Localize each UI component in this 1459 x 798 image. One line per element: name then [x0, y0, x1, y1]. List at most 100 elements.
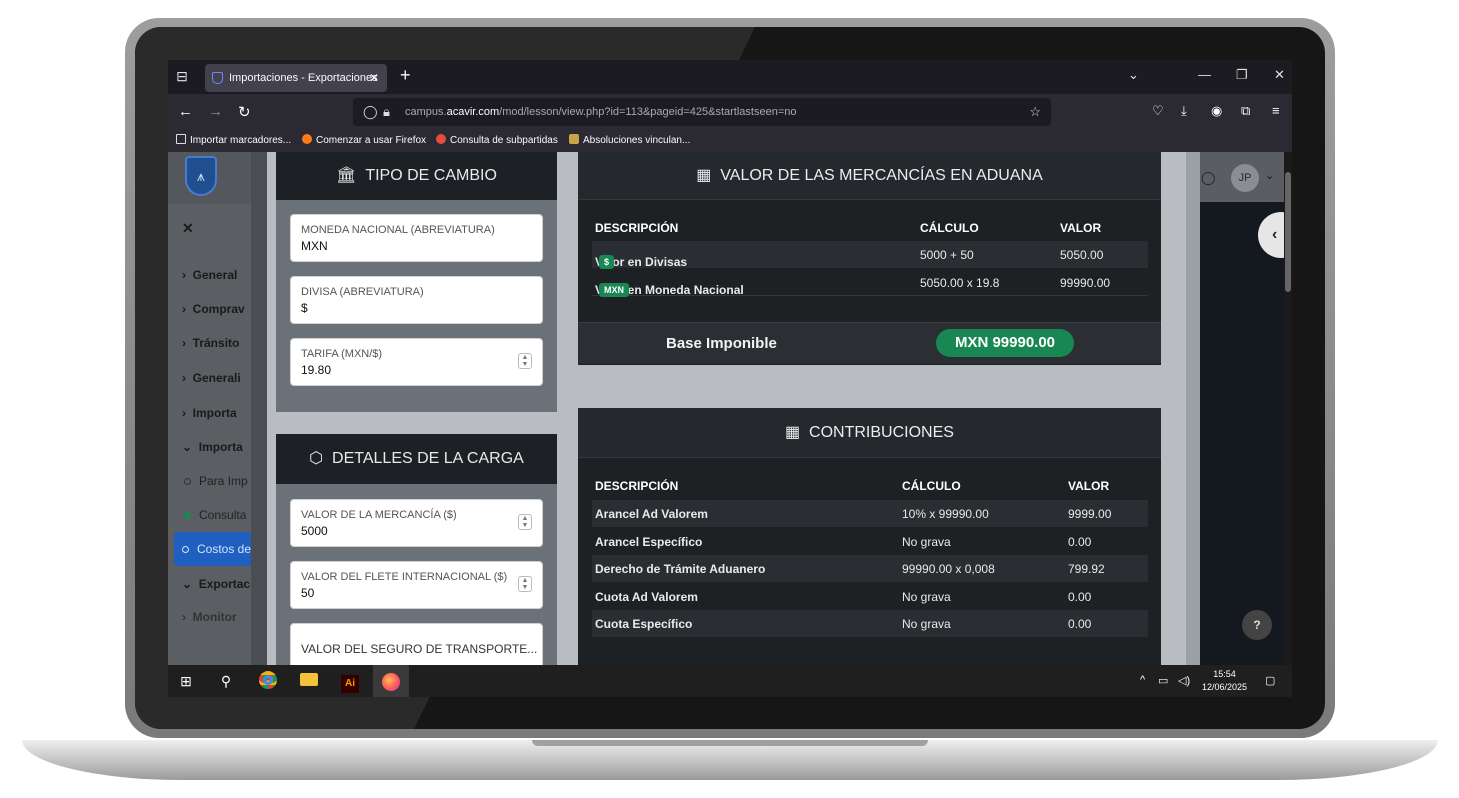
- bookmark-subpartidas[interactable]: Consulta de subpartidas: [436, 134, 558, 146]
- drawer-item-general[interactable]: › General: [182, 268, 262, 282]
- table-header-row: DESCRIPCIÓN CÁLCULO VALOR: [595, 479, 1110, 493]
- tipo-cambio-header: 🏛︎ TIPO DE CAMBIO: [276, 152, 557, 200]
- illustrator-icon[interactable]: Ai: [340, 671, 360, 693]
- table-row: Derecho de Trámite Aduanero 99990.00 x 0…: [592, 555, 1148, 582]
- windows-taskbar: ⊞ ⚲ Ai ^ ▭ ◁) 15:54 12/06/2025 ▢: [168, 665, 1292, 697]
- extensions-icon[interactable]: ⧉: [1241, 103, 1250, 119]
- screen: ⊟ Importaciones - Exportaciones ✕ + ⌄ — …: [168, 60, 1292, 697]
- absoluciones-icon: [569, 134, 579, 144]
- close-tab-icon[interactable]: ✕: [369, 64, 379, 92]
- base-imponible-value: MXN 99990.00: [936, 329, 1074, 357]
- import-icon: [176, 134, 186, 144]
- currency-badge: MXN: [599, 283, 629, 297]
- page-viewport: ⩚ ✕ › General › Comprav › Tránsito › Gen…: [168, 152, 1292, 665]
- url-prefix: campus.: [405, 106, 447, 118]
- valor-flete-field[interactable]: VALOR DEL FLETE INTERNACIONAL ($) 50 ▲ ▼: [290, 561, 543, 609]
- file-explorer-icon[interactable]: [299, 671, 319, 691]
- valor-mercancia-field[interactable]: VALOR DE LA MERCANCÍA ($) 5000 ▲ ▼: [290, 499, 543, 547]
- course-drawer: ✕ › General › Comprav › Tránsito › Gener…: [168, 204, 251, 665]
- chrome-icon[interactable]: [258, 671, 278, 691]
- laptop-notch: [532, 740, 928, 746]
- contribuciones-card: ▦ CONTRIBUCIONES DESCRIPCIÓN CÁLCULO VAL…: [578, 408, 1161, 665]
- drawer-item-importa-2[interactable]: ⌄ Importa: [182, 440, 262, 454]
- download-icon[interactable]: ⤓: [1181, 103, 1187, 119]
- url-host: acavir.com: [446, 106, 500, 118]
- bookmark-absoluciones[interactable]: Absoluciones vinculan...: [569, 134, 690, 146]
- taskbar-clock[interactable]: 15:54 12/06/2025: [1202, 668, 1247, 694]
- pocket-icon[interactable]: ♡: [1152, 103, 1164, 119]
- bookmark-firefox[interactable]: Comenzar a usar Firefox: [302, 134, 426, 146]
- firefox-icon: [302, 134, 312, 144]
- shield-icon[interactable]: ◯: [363, 98, 378, 126]
- tarifa-stepper[interactable]: ▲ ▼: [518, 353, 532, 369]
- chevron-down-icon[interactable]: ⌄: [1265, 169, 1274, 182]
- help-icon[interactable]: ?: [1242, 610, 1272, 640]
- browser-tab-bar: ⊟ Importaciones - Exportaciones ✕ + ⌄ — …: [168, 60, 1292, 94]
- drawer-item-comprav[interactable]: › Comprav: [182, 302, 262, 316]
- valor-aduana-card: ▦ VALOR DE LAS MERCANCÍAS EN ADUANA DESC…: [578, 152, 1161, 365]
- drawer-item-transito[interactable]: › Tránsito: [182, 336, 262, 350]
- detalles-carga-header: ⬡ DETALLES DE LA CARGA: [276, 434, 557, 484]
- windows-start-icon[interactable]: ⊞: [176, 671, 196, 691]
- network-icon[interactable]: ▭: [1158, 674, 1168, 687]
- bookmark-star-icon[interactable]: ☆: [1029, 98, 1041, 126]
- detalles-carga-card: ⬡ DETALLES DE LA CARGA VALOR DE LA MERCA…: [276, 434, 557, 665]
- restore-icon[interactable]: ❐: [1236, 67, 1248, 83]
- valor-flete-stepper[interactable]: ▲ ▼: [518, 576, 532, 592]
- menu-icon[interactable]: ≡: [1272, 103, 1280, 118]
- divisa-field[interactable]: DIVISA (ABREVIATURA) $: [290, 276, 543, 324]
- message-icon[interactable]: ◯: [1201, 170, 1216, 186]
- currency-badge: $: [599, 255, 615, 269]
- tab-overflow-chevron-icon[interactable]: ⌄: [1128, 67, 1139, 83]
- bookmarks-bar: Importar marcadores... Comenzar a usar F…: [168, 130, 1292, 152]
- tab-title: Importaciones - Exportaciones: [229, 72, 378, 84]
- tab-list-icon[interactable]: ⊟: [174, 68, 190, 84]
- close-window-icon[interactable]: ✕: [1274, 67, 1285, 83]
- site-logo-icon[interactable]: ⩚: [185, 156, 217, 196]
- clock-date: 12/06/2025: [1202, 682, 1248, 692]
- base-imponible-bar: Base Imponible MXN 99990.00: [578, 322, 1161, 364]
- new-tab-icon[interactable]: +: [400, 65, 411, 86]
- volume-icon[interactable]: ◁): [1178, 674, 1190, 687]
- contribuciones-header: ▦ CONTRIBUCIONES: [578, 408, 1161, 458]
- notifications-icon[interactable]: ▢: [1265, 674, 1275, 687]
- table-row: Cuota Ad Valorem No grava 0.00: [595, 590, 1092, 604]
- drawer-item-monitor[interactable]: › Monitor: [182, 610, 262, 624]
- minimize-icon[interactable]: —: [1198, 67, 1211, 82]
- subpartidas-icon: [436, 134, 446, 144]
- tarifa-field[interactable]: TARIFA (MXN/$) 19.80 ▲ ▼: [290, 338, 543, 386]
- lock-icon[interactable]: 🔒︎: [383, 98, 390, 126]
- back-icon[interactable]: ←: [178, 103, 193, 120]
- drawer-item-importa-1[interactable]: › Importa: [182, 406, 262, 420]
- close-drawer-icon[interactable]: ✕: [182, 220, 194, 237]
- firefox-taskbar-icon[interactable]: [373, 665, 409, 697]
- table-row: Arancel Específico No grava 0.00: [595, 535, 1092, 549]
- tipo-cambio-card: 🏛︎ TIPO DE CAMBIO MONEDA NACIONAL (ABREV…: [276, 152, 557, 412]
- calculator-icon: ▦: [785, 424, 801, 441]
- drawer-item-generali[interactable]: › Generali: [182, 371, 262, 385]
- clock-time: 15:54: [1213, 669, 1236, 679]
- bookmark-import[interactable]: Importar marcadores...: [176, 134, 291, 146]
- drawer-sub-consulta[interactable]: Consulta: [184, 508, 246, 522]
- scrollbar-thumb[interactable]: [1285, 172, 1291, 292]
- site-favicon-icon: [212, 72, 223, 84]
- search-icon[interactable]: ⚲: [216, 671, 236, 691]
- bank-icon: 🏛︎: [336, 167, 357, 184]
- avatar[interactable]: JP: [1231, 164, 1259, 192]
- valor-seguro-field[interactable]: VALOR DEL SEGURO DE TRANSPORTE...: [290, 623, 543, 665]
- forward-icon[interactable]: →: [208, 103, 223, 120]
- drawer-sub-para-imp[interactable]: Para Imp: [184, 474, 248, 488]
- drawer-item-exportac[interactable]: ⌄ Exportac: [182, 577, 262, 591]
- table-header-row: DESCRIPCIÓN CÁLCULO VALOR: [595, 221, 1102, 235]
- table-row: Cuota Específico No grava 0.00: [592, 610, 1148, 637]
- content-left-strip: [251, 152, 267, 665]
- account-icon[interactable]: ◉: [1211, 103, 1222, 119]
- reload-icon[interactable]: ↻: [238, 103, 251, 121]
- package-icon: ⬡: [309, 450, 324, 467]
- valor-mercancia-stepper[interactable]: ▲ ▼: [518, 514, 532, 530]
- url-bar[interactable]: ◯ 🔒︎ campus.acavir.com/mod/lesson/view.p…: [353, 98, 1051, 126]
- tray-chevron-icon[interactable]: ^: [1140, 674, 1145, 686]
- browser-tab[interactable]: Importaciones - Exportaciones ✕: [205, 64, 387, 92]
- base-imponible-label: Base Imponible: [666, 335, 777, 352]
- moneda-nacional-field[interactable]: MONEDA NACIONAL (ABREVIATURA) MXN: [290, 214, 543, 262]
